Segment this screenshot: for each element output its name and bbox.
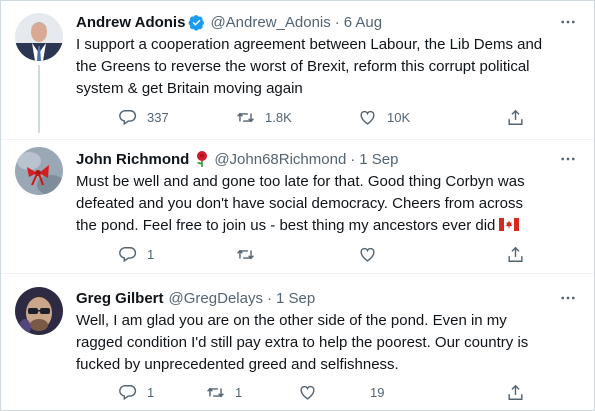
share-icon — [508, 109, 523, 125]
retweet-button[interactable] — [236, 244, 265, 264]
share-button[interactable] — [506, 244, 525, 264]
reply-icon — [119, 109, 137, 125]
retweet-count: 1 — [235, 384, 243, 400]
retweet-button[interactable]: 1.8K — [236, 107, 292, 127]
like-button[interactable]: 10K — [358, 107, 410, 127]
share-icon — [508, 384, 523, 400]
reply-button[interactable]: 1 — [118, 244, 154, 264]
like-count: 10K — [387, 109, 411, 125]
reply-icon — [119, 384, 137, 400]
tweet-text: I support a cooperation agreement betwee… — [76, 34, 576, 100]
separator-dot: · — [350, 150, 356, 168]
author-handle[interactable]: @GregDelays — [169, 290, 263, 307]
tweet-text-line: the pond. Feel free to join us - best th… — [76, 215, 576, 237]
tweet-2[interactable]: John Richmond @John68Richmond · 1 Sep Mu… — [1, 139, 594, 273]
tweet-text-line: fucked by unprecedented greed and selfis… — [76, 356, 399, 373]
more-options-icon[interactable] — [558, 288, 578, 308]
author-handle[interactable]: @Andrew_Adonis — [210, 14, 330, 31]
like-button[interactable] — [358, 244, 387, 264]
heart-icon — [300, 385, 315, 400]
tweet-actions: 1 — [76, 244, 546, 264]
separator-dot: · — [266, 289, 272, 307]
verified-badge-icon — [188, 14, 205, 31]
more-options-icon[interactable] — [558, 12, 578, 32]
reply-button[interactable]: 337 — [118, 107, 169, 127]
tweet-1[interactable]: Andrew Adonis @Andrew_Adonis · 6 Aug I s… — [1, 1, 594, 139]
reply-icon — [119, 246, 137, 262]
tweet-actions: 1 1 19 — [76, 382, 546, 402]
tweet-date[interactable]: 6 Aug — [344, 14, 382, 31]
author-name[interactable]: John Richmond — [76, 151, 189, 168]
rose-icon — [195, 150, 209, 168]
tweet-text: Well, I am glad you are on the other sid… — [76, 310, 576, 376]
like-count-label: 19 — [370, 382, 384, 402]
retweet-icon — [237, 249, 254, 259]
tweet-header: Andrew Adonis @Andrew_Adonis · 6 Aug — [76, 11, 574, 33]
tweet-text-line: system & get Britain moving again — [76, 80, 303, 97]
tweet-header: Greg Gilbert @GregDelays · 1 Sep — [76, 287, 574, 309]
tweet-date[interactable]: 1 Sep — [359, 151, 398, 168]
share-icon — [508, 246, 523, 262]
author-name[interactable]: Andrew Adonis — [76, 14, 185, 31]
heart-icon — [360, 247, 375, 262]
tweet-date[interactable]: 1 Sep — [276, 290, 315, 307]
author-handle[interactable]: @John68Richmond — [214, 151, 346, 168]
tweet-thread: Andrew Adonis @Andrew_Adonis · 6 Aug I s… — [0, 0, 595, 411]
reply-count: 1 — [147, 384, 155, 400]
more-options-icon[interactable] — [558, 149, 578, 169]
like-count: 19 — [370, 384, 385, 400]
tweet-3[interactable]: Greg Gilbert @GregDelays · 1 Sep Well, I… — [1, 273, 594, 410]
tweet-divider — [1, 273, 594, 274]
tweet-text-line: Well, I am glad you are on the other sid… — [76, 312, 507, 329]
separator-dot: · — [334, 13, 340, 31]
tweet-text-fragment: the pond. Feel free to join us - best th… — [76, 217, 496, 234]
tweet-divider — [1, 139, 594, 140]
tweet-text-line: I support a cooperation agreement betwee… — [76, 36, 543, 53]
retweet-icon — [207, 387, 224, 397]
tweet-text-line: defeated and you don't have social democ… — [76, 195, 523, 212]
tweet-text-line: the Greens to reverse the worst of Brexi… — [76, 58, 530, 75]
share-button[interactable] — [506, 382, 525, 402]
heart-icon — [360, 110, 375, 125]
reply-button[interactable]: 1 — [118, 382, 154, 402]
retweet-button[interactable]: 1 — [206, 382, 242, 402]
thread-connector — [38, 65, 40, 133]
share-button[interactable] — [506, 107, 525, 127]
retweet-count: 1.8K — [265, 109, 292, 125]
retweet-icon — [237, 112, 254, 122]
reply-count: 1 — [147, 246, 155, 262]
avatar[interactable] — [15, 147, 63, 195]
canada-flag-icon — [499, 216, 520, 231]
tweet-header: John Richmond @John68Richmond · 1 Sep — [76, 148, 574, 170]
tweet-actions: 337 1.8K 10K — [76, 107, 546, 127]
tweet-text-line: ragged condition I'd still pay extra to … — [76, 334, 529, 351]
tweet-text-line: Must be well and and gone too late for t… — [76, 173, 525, 190]
avatar[interactable] — [15, 13, 63, 61]
like-button[interactable] — [298, 382, 317, 402]
reply-count: 337 — [147, 109, 169, 125]
avatar[interactable] — [15, 287, 63, 335]
tweet-text: Must be well and and gone too late for t… — [76, 171, 576, 237]
author-name[interactable]: Greg Gilbert — [76, 290, 164, 307]
